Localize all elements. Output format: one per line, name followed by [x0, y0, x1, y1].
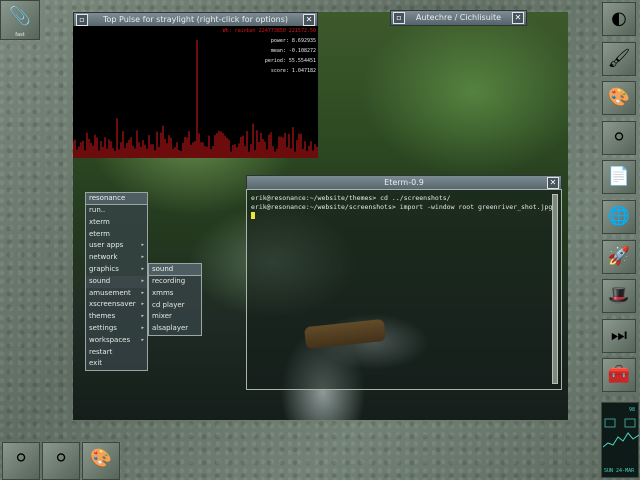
- pulse-graph-area: Wh: rainbat 224773850 221572.50 power: 8…: [73, 26, 318, 158]
- terminal-line: erik@resonance:~/website/screenshots> im…: [251, 203, 553, 211]
- menu-item-label: xscreensaver: [89, 300, 136, 309]
- wizard-hat-icon: 🎩: [607, 285, 631, 307]
- menu-item-xmms[interactable]: xmms: [149, 288, 201, 300]
- skip-track-icon: ⏭: [610, 324, 628, 346]
- cpu-readout: 98: [628, 407, 635, 413]
- eterm-window[interactable]: Eterm-0.9 ✕ erik@resonance:~/website/the…: [246, 175, 562, 390]
- menu-item-label: sound: [89, 276, 111, 285]
- menu-item-label: workspaces: [89, 335, 131, 344]
- dock-launcher-toolbox[interactable]: 🧰: [602, 358, 636, 393]
- paper-icon: 📄: [607, 166, 631, 188]
- close-button[interactable]: ✕: [512, 12, 524, 24]
- balls-icon: ⚪: [53, 448, 69, 469]
- menu-item-restart[interactable]: restart: [86, 347, 147, 359]
- menu-item-settings[interactable]: settings ▸: [86, 323, 147, 335]
- bottom-launcher-balls[interactable]: ⚪: [2, 442, 40, 480]
- menu-item-label: network: [89, 253, 118, 262]
- dock-launcher-skip-track[interactable]: ⏭: [602, 318, 636, 353]
- menu-item-cd-player[interactable]: cd player: [149, 300, 201, 312]
- autechre-window[interactable]: ▫ Autechre / Cichlisuite ✕: [390, 10, 527, 26]
- fast-label: fast: [15, 32, 25, 38]
- menu-item-graphics[interactable]: graphics ▸: [86, 264, 147, 276]
- terminal-area[interactable]: erik@resonance:~/website/themes> cd ../s…: [246, 189, 562, 390]
- menu-item-label: restart: [89, 347, 113, 356]
- submenu-arrow-icon: ▸: [141, 336, 144, 343]
- submenu-arrow-icon: ▸: [141, 277, 144, 284]
- menu-item-themes[interactable]: themes ▸: [86, 311, 147, 323]
- load-graph: [603, 418, 639, 448]
- system-monitor: 98 SUN 24-MAR: [601, 402, 639, 478]
- fast-launch-icon[interactable]: 📎 fast: [0, 0, 40, 40]
- pulse-trace: [73, 40, 318, 158]
- menu-item-label: settings: [89, 323, 117, 332]
- menu-item-xscreensaver[interactable]: xscreensaver ▸: [86, 299, 147, 311]
- menu-item-recording[interactable]: recording: [149, 276, 201, 288]
- balls-icon: ⚪: [611, 126, 627, 148]
- menu-item-eterm[interactable]: eterm: [86, 229, 147, 241]
- menu-item-label: user apps: [89, 241, 124, 250]
- dock-launcher-rocket[interactable]: 🚀: [602, 239, 636, 274]
- menu-item-xterm[interactable]: xterm: [86, 217, 147, 229]
- menu-item-exit[interactable]: exit: [86, 358, 147, 370]
- bottom-launcher-balls[interactable]: ⚪: [42, 442, 80, 480]
- menu-item-label: eterm: [89, 229, 110, 238]
- dock-launcher-paint-brush[interactable]: 🖌: [602, 41, 636, 76]
- dock-launcher-paper[interactable]: 📄: [602, 160, 636, 195]
- menu-item-label: graphics: [89, 264, 119, 273]
- menu-item-label: themes: [89, 312, 116, 321]
- submenu-arrow-icon: ▸: [141, 313, 144, 320]
- submenu-arrow-icon: ▸: [141, 242, 144, 249]
- minimize-button[interactable]: ▫: [393, 12, 405, 24]
- menu-item-alsaplayer[interactable]: alsaplayer: [149, 323, 201, 335]
- terminal-line: erik@resonance:~/website/themes> cd ../s…: [251, 194, 451, 202]
- submenu-arrow-icon: ▸: [141, 301, 144, 308]
- bottom-launcher-graphics-tools[interactable]: 🎨: [82, 442, 120, 480]
- close-button[interactable]: ✕: [303, 14, 315, 26]
- dock-launcher-balls[interactable]: ⚪: [602, 120, 636, 155]
- menu-item-amusement[interactable]: amusement ▸: [86, 288, 147, 300]
- minimize-button[interactable]: ▫: [76, 14, 88, 26]
- menu-item-label: xterm: [89, 217, 110, 226]
- dock-launcher-globe[interactable]: 🌐: [602, 200, 636, 234]
- pulse-title: Top Pulse for straylight (right-click fo…: [102, 15, 289, 24]
- submenu-arrow-icon: ▸: [141, 254, 144, 261]
- menu-item-label: amusement: [89, 288, 131, 297]
- pulse-window[interactable]: ▫ Top Pulse for straylight (right-click …: [73, 12, 318, 158]
- menu-item-workspaces[interactable]: workspaces ▸: [86, 335, 147, 347]
- eterm-title: Eterm-0.9: [384, 178, 424, 187]
- dock-launcher-graphics-tools[interactable]: 🎨: [602, 81, 636, 116]
- submenu-arrow-icon: ▸: [141, 324, 144, 331]
- graphics-tools-icon: 🎨: [607, 87, 631, 109]
- paperclip-icon: 📎: [8, 6, 32, 27]
- terminal-cursor: [251, 212, 255, 219]
- graphics-tools-icon: 🎨: [89, 448, 113, 469]
- menu-item-mixer[interactable]: mixer: [149, 311, 201, 323]
- submenu-arrow-icon: ▸: [141, 289, 144, 296]
- paint-brush-icon: 🖌: [607, 47, 631, 69]
- menu-item-label: exit: [89, 359, 103, 368]
- window-manager-icon: ◐: [611, 8, 627, 29]
- menu-item-network[interactable]: network ▸: [86, 252, 147, 264]
- autechre-title: Autechre / Cichlisuite: [415, 13, 502, 22]
- menu-item-label: run..: [89, 206, 106, 214]
- globe-icon: 🌐: [607, 206, 631, 227]
- dock-launcher-wizard-hat[interactable]: 🎩: [602, 279, 636, 314]
- root-menu-title: resonance: [86, 193, 147, 205]
- sound-menu-title: sound: [149, 264, 201, 276]
- menu-item-run[interactable]: run..: [86, 205, 147, 217]
- toolbox-icon: 🧰: [607, 364, 631, 386]
- root-menu[interactable]: resonance run.. xterm eterm user apps ▸ netwo…: [85, 192, 148, 372]
- date-readout: SUN 24-MAR: [604, 468, 635, 474]
- dock-launcher-window-manager[interactable]: ◐: [602, 2, 636, 36]
- sound-submenu[interactable]: sound recording xmms cd player mixer alsapla…: [148, 263, 202, 336]
- menu-item-user-apps[interactable]: user apps ▸: [86, 240, 147, 252]
- balls-icon: ⚪: [13, 448, 29, 469]
- menu-item-sound[interactable]: sound ▸: [86, 275, 147, 288]
- terminal-scrollbar[interactable]: [552, 194, 558, 384]
- submenu-arrow-icon: ▸: [141, 265, 144, 272]
- rocket-icon: 🚀: [607, 245, 631, 267]
- close-button[interactable]: ✕: [547, 177, 559, 189]
